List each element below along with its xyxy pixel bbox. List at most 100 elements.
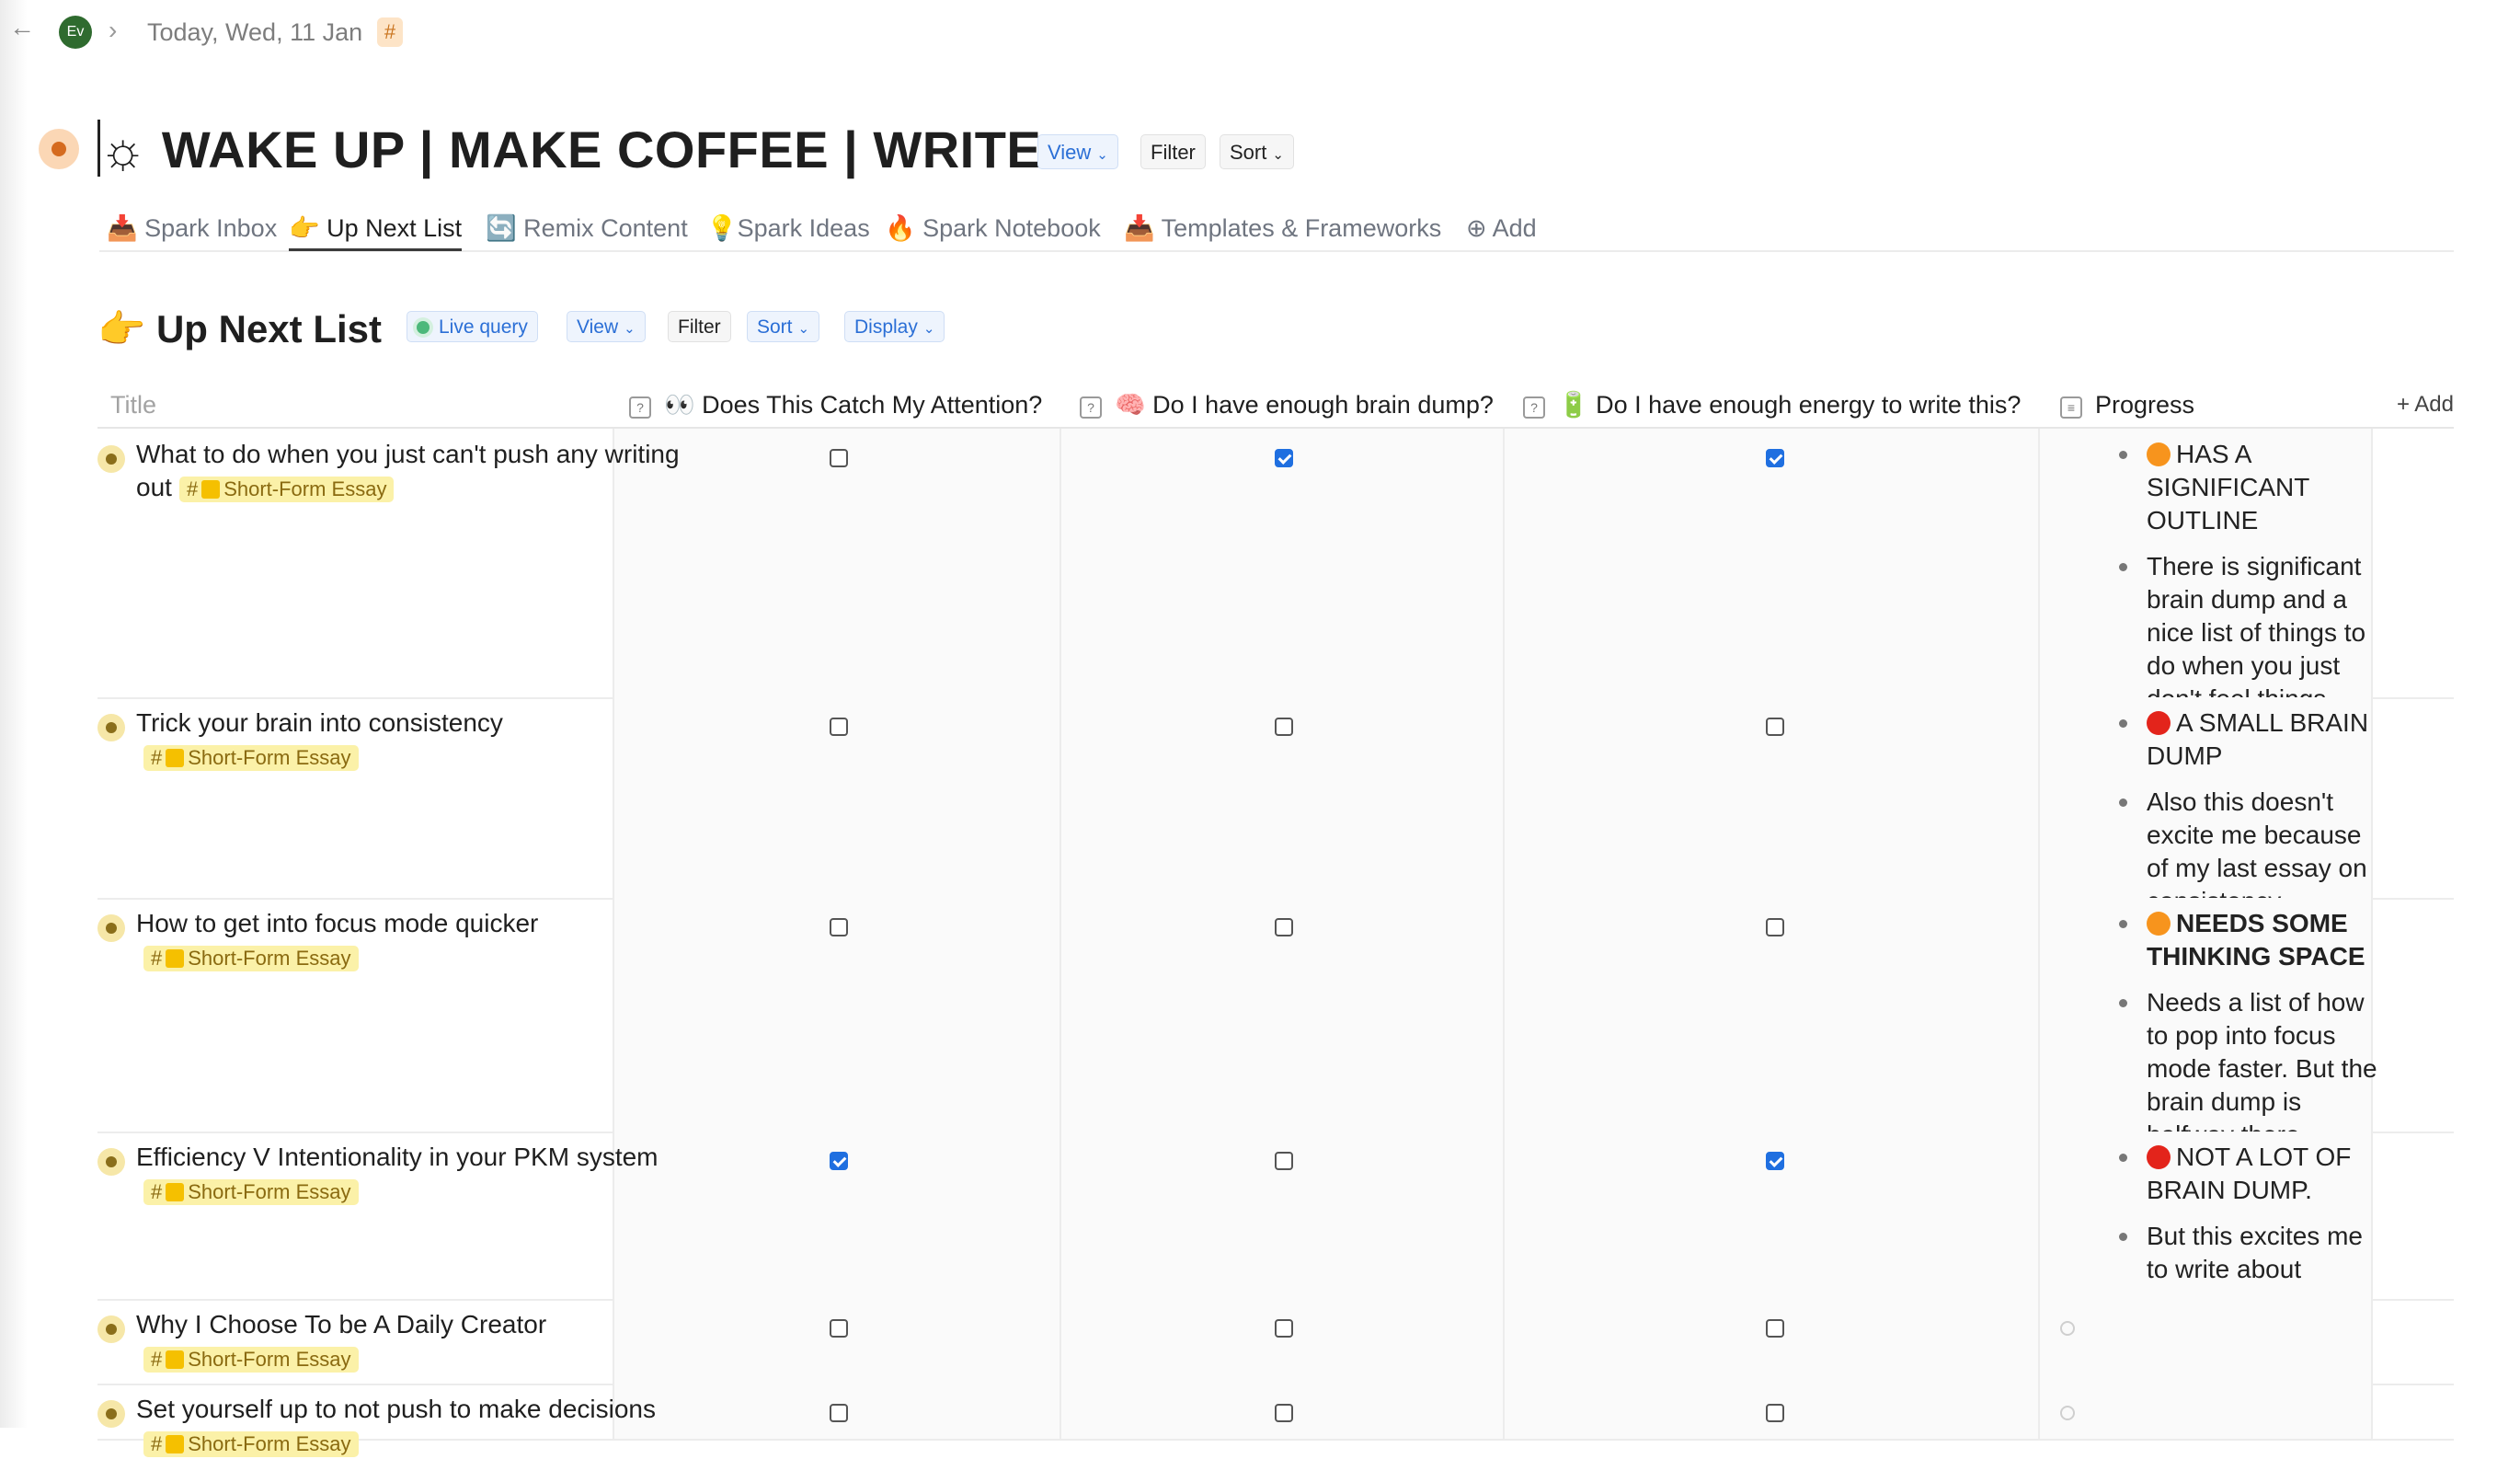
table-cell[interactable] <box>1060 1299 1505 1384</box>
section-filter-button[interactable]: Filter <box>668 311 731 342</box>
progress-item[interactable]: NEEDS SOME THINKING SPACE <box>2102 907 2378 973</box>
tab-spark-inbox[interactable]: 📥 Spark Inbox <box>107 208 277 248</box>
table-cell[interactable] <box>1060 429 1505 697</box>
tag-short-form-essay[interactable]: # Short-Form Essay <box>143 946 359 971</box>
checkbox-brain-dump[interactable] <box>1275 1319 1293 1338</box>
row-title[interactable]: Why I Choose To be A Daily Creator # Short… <box>136 1308 697 1374</box>
row-bullet-icon[interactable] <box>97 445 125 473</box>
row-bullet-icon[interactable] <box>97 1148 125 1176</box>
checkbox-energy[interactable] <box>1766 718 1784 736</box>
row-title[interactable]: Trick your brain into consistency # Short-… <box>136 707 697 773</box>
progress-item[interactable]: But this excites me to write about <box>2102 1220 2378 1286</box>
column-title[interactable]: Title <box>110 383 156 427</box>
checkbox-brain-dump[interactable] <box>1275 1152 1293 1170</box>
breadcrumb-date[interactable]: Today, Wed, 11 Jan <box>147 16 362 49</box>
checkbox-attention[interactable] <box>830 718 848 736</box>
row-bullet-icon[interactable] <box>97 714 125 741</box>
tag-label: Short-Form Essay <box>188 947 351 970</box>
page-sort-button[interactable]: Sort ⌄ <box>1220 134 1294 169</box>
checkbox-energy[interactable] <box>1766 449 1784 467</box>
checkbox-attention[interactable] <box>830 449 848 467</box>
tab-remix-content[interactable]: 🔄 Remix Content <box>486 208 688 248</box>
progress-item[interactable]: NOT A LOT OF BRAIN DUMP. <box>2102 1141 2378 1207</box>
tab-up-next-list[interactable]: 👉 Up Next List <box>289 208 463 251</box>
chevron-down-icon: ⌄ <box>797 321 810 337</box>
table-row: Trick your brain into consistency # Short-… <box>97 697 2454 915</box>
row-title[interactable]: Set yourself up to not push to make deci… <box>136 1393 697 1459</box>
row-bullet-icon[interactable] <box>97 1400 125 1428</box>
live-dot-icon <box>417 321 430 334</box>
tag-short-form-essay[interactable]: # Short-Form Essay <box>143 1347 359 1373</box>
row-title[interactable]: What to do when you just can't push any … <box>136 438 697 504</box>
progress-text: Also this doesn't excite me because of m… <box>2147 787 2367 915</box>
empty-progress-icon[interactable] <box>2060 1406 2075 1420</box>
row-title-text: Trick your brain into consistency <box>136 708 503 737</box>
checkbox-energy[interactable] <box>1766 918 1784 936</box>
column-progress[interactable]: ≡ Progress <box>2060 383 2194 427</box>
tab-spark-ideas[interactable]: 💡Spark Ideas <box>706 208 870 248</box>
avatar[interactable]: Ev <box>59 16 92 49</box>
page-bullet-icon[interactable] <box>39 129 79 169</box>
tag-short-form-essay[interactable]: # Short-Form Essay <box>143 1179 359 1205</box>
progress-item[interactable]: Needs a list of how to pop into focus mo… <box>2102 986 2378 1152</box>
table-cell[interactable] <box>1503 429 2040 697</box>
page-view-label: View <box>1048 141 1092 164</box>
tab-templates-frameworks[interactable]: 📥 Templates & Frameworks <box>1124 208 1441 248</box>
section-sort-button[interactable]: Sort ⌄ <box>747 311 820 342</box>
column-brain-dump[interactable]: ? 🧠 Do I have enough brain dump? <box>1080 383 1494 427</box>
tab-spark-notebook[interactable]: 🔥 Spark Notebook <box>885 208 1101 248</box>
page-view-button[interactable]: View ⌄ <box>1037 134 1118 169</box>
red-circle-icon <box>2147 1145 2171 1169</box>
tag-short-form-essay[interactable]: # Short-Form Essay <box>143 745 359 771</box>
progress-list: NOT A LOT OF BRAIN DUMP. But this excites… <box>2102 1141 2378 1299</box>
checkbox-energy[interactable] <box>1766 1319 1784 1338</box>
checkbox-energy[interactable] <box>1766 1152 1784 1170</box>
checkbox-attention[interactable] <box>830 1152 848 1170</box>
section-display-button[interactable]: Display ⌄ <box>844 311 945 342</box>
row-title[interactable]: How to get into focus mode quicker # Short… <box>136 907 697 973</box>
live-query-label: Live query <box>439 316 528 338</box>
row-title[interactable]: Efficiency V Intentionality in your PKM … <box>136 1141 697 1207</box>
yellow-square-icon <box>166 1350 185 1369</box>
progress-item[interactable]: HAS A SIGNIFICANT OUTLINE <box>2102 438 2378 537</box>
orange-circle-icon <box>2147 912 2171 936</box>
progress-item[interactable]: A SMALL BRAIN DUMP <box>2102 707 2378 773</box>
live-query-button[interactable]: Live query <box>407 311 538 342</box>
add-column-button[interactable]: + Add <box>2397 383 2454 427</box>
table-cell[interactable] <box>1503 1299 2040 1384</box>
tag-short-form-essay[interactable]: # Short-Form Essay <box>178 477 395 502</box>
progress-text: NOT A LOT OF BRAIN DUMP. <box>2147 1143 2352 1204</box>
checkbox-brain-dump[interactable] <box>1275 1404 1293 1422</box>
section-view-button[interactable]: View ⌄ <box>567 311 646 342</box>
question-icon: ? <box>1080 396 1102 419</box>
row-title-text: Efficiency V Intentionality in your PKM … <box>136 1143 659 1171</box>
checkbox-attention[interactable] <box>830 918 848 936</box>
checkbox-brain-dump[interactable] <box>1275 449 1293 467</box>
column-attention[interactable]: ? 👀 Does This Catch My Attention? <box>629 383 1042 427</box>
view-tabs: 📥 Spark Inbox 👉 Up Next List 🔄 Remix Con… <box>99 208 2454 252</box>
table-row: Set yourself up to not push to make deci… <box>97 1384 2454 1457</box>
tag-short-form-essay[interactable]: # Short-Form Essay <box>143 1431 359 1457</box>
progress-list: NEEDS SOME THINKING SPACE Needs a list of… <box>2102 907 2378 1165</box>
tag-hash-icon[interactable]: # <box>377 17 403 47</box>
tag-label: Short-Form Essay <box>188 1432 351 1455</box>
checkbox-brain-dump[interactable] <box>1275 918 1293 936</box>
chevron-down-icon: ⌄ <box>1096 147 1108 163</box>
column-energy[interactable]: ? 🔋 Do I have enough energy to write this… <box>1523 383 2021 427</box>
row-title-text: Why I Choose To be A Daily Creator <box>136 1310 547 1338</box>
checkbox-brain-dump[interactable] <box>1275 718 1293 736</box>
empty-progress-icon[interactable] <box>2060 1321 2075 1336</box>
checkbox-attention[interactable] <box>830 1319 848 1338</box>
row-bullet-icon[interactable] <box>97 914 125 942</box>
chevron-right-icon: › <box>109 16 118 44</box>
checkbox-attention[interactable] <box>830 1404 848 1422</box>
page-title[interactable]: ☼ WAKE UP | MAKE COFFEE | WRITE <box>99 118 1041 182</box>
page-filter-button[interactable]: Filter <box>1140 134 1206 169</box>
checkbox-energy[interactable] <box>1766 1404 1784 1422</box>
back-arrow-icon[interactable]: ← <box>9 13 35 42</box>
table-row: How to get into focus mode quicker # Short… <box>97 898 2454 1149</box>
progress-text: A SMALL BRAIN DUMP <box>2147 708 2369 770</box>
section-title[interactable]: 👉 Up Next List <box>97 300 382 359</box>
tab-add[interactable]: ⊕ Add <box>1466 208 1537 248</box>
row-bullet-icon[interactable] <box>97 1315 125 1343</box>
